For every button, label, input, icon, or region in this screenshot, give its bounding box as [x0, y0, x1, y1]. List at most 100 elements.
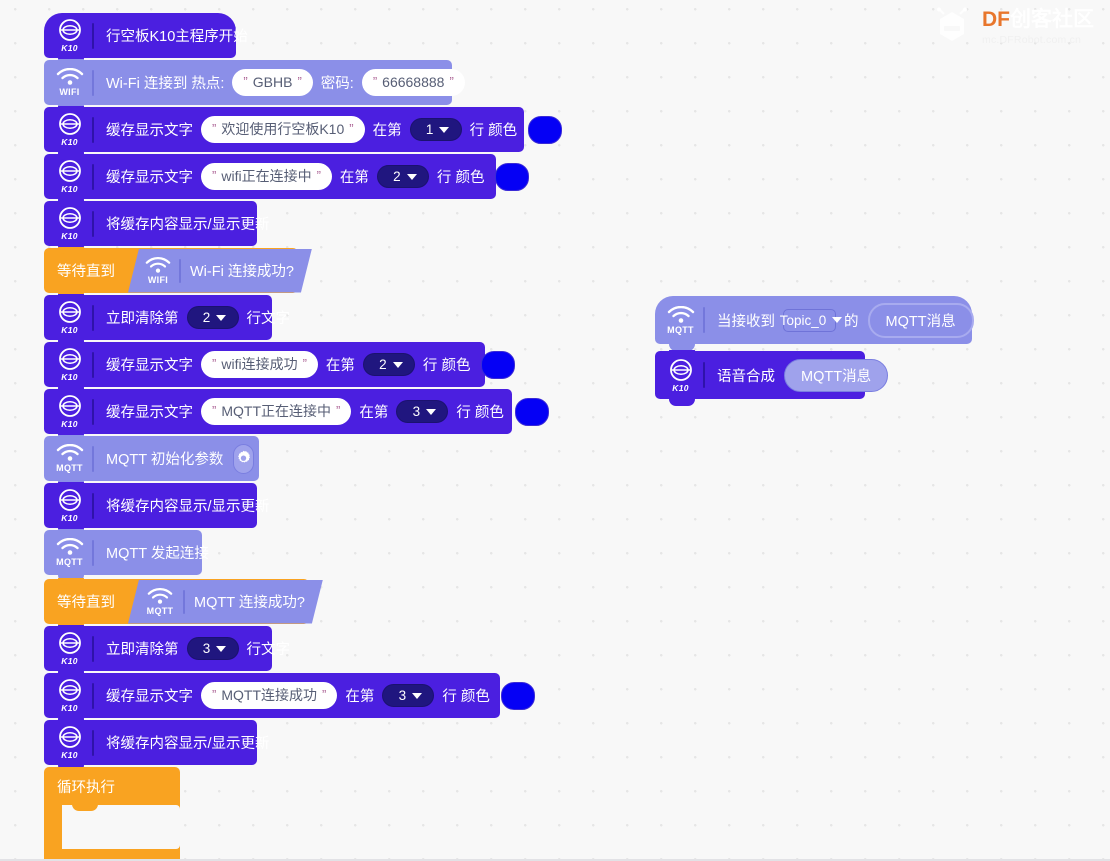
- watermark-url: mc.DFRobot.com.cn: [982, 33, 1082, 46]
- line-number-dropdown[interactable]: 2: [362, 353, 415, 376]
- display-prefix: 缓存显示文字: [106, 170, 193, 186]
- color-swatch[interactable]: [500, 681, 535, 710]
- color-swatch[interactable]: [495, 162, 530, 191]
- block-display-mqtt-connecting[interactable]: K10 缓存显示文字 ” MQTT正在连接中 ” 在第 3 行 颜色: [44, 388, 549, 441]
- line-number-dropdown[interactable]: 2: [376, 165, 429, 188]
- block-wait-until-wifi[interactable]: 等待直到 WIFI Wi-Fi 连接成功?: [44, 247, 298, 300]
- block-label: 将缓存内容显示/显示更新: [106, 217, 270, 233]
- display-suffix-label: 行 颜色: [456, 405, 504, 421]
- color-swatch[interactable]: [481, 350, 516, 379]
- icon-label: K10: [61, 184, 78, 194]
- mqtt-message-reporter[interactable]: MQTT消息: [867, 302, 974, 338]
- block-speech-synthesis[interactable]: K10 语音合成 MQTT消息: [655, 350, 889, 406]
- icon-label: MQTT: [56, 557, 83, 567]
- mqtt-icon: MQTT: [44, 444, 91, 473]
- clear-prefix: 立即清除第: [106, 311, 179, 327]
- display-text-field[interactable]: ” wifi正在连接中 ”: [201, 163, 332, 190]
- icon-label: K10: [61, 43, 78, 53]
- line-number-value: 2: [379, 357, 387, 372]
- boolean-mqtt-connected[interactable]: MQTT MQTT 连接成功?: [128, 580, 323, 624]
- display-prefix: 缓存显示文字: [106, 358, 193, 374]
- display-mid-label: 在第: [359, 405, 389, 421]
- line-number-dropdown[interactable]: 3: [396, 400, 449, 423]
- block-label: MQTT 发起连接: [106, 546, 209, 562]
- k10-board-icon: K10: [44, 725, 91, 760]
- icon-label: K10: [61, 513, 78, 523]
- blockly-workspace[interactable]: DF创客社区 mc.DFRobot.com.cn K10 行空板K10主程序开始: [0, 0, 1110, 861]
- chevron-down-icon: [412, 692, 423, 699]
- icon-label: K10: [61, 137, 78, 147]
- quote-mark: ”: [212, 403, 217, 418]
- block-display-text-line1[interactable]: K10 缓存显示文字 ” 欢迎使用行空板K10 ” 在第 1 行 颜色: [44, 106, 563, 159]
- color-swatch[interactable]: [528, 115, 563, 144]
- line-number-dropdown[interactable]: 3: [186, 637, 239, 660]
- block-display-wifi-success[interactable]: K10 缓存显示文字 ” wifi连接成功 ” 在第 2 行 颜色: [44, 341, 516, 394]
- block-divider: [92, 729, 94, 756]
- display-text-field[interactable]: ” wifi连接成功 ”: [201, 351, 318, 378]
- display-prefix: 缓存显示文字: [106, 689, 193, 705]
- icon-label: WIFI: [147, 274, 169, 285]
- k10-board-icon: K10: [44, 18, 91, 53]
- display-text-field[interactable]: ” 欢迎使用行空板K10 ”: [201, 116, 365, 143]
- quote-mark: ”: [212, 356, 217, 371]
- block-display-refresh-1[interactable]: K10 将缓存内容显示/显示更新: [44, 200, 270, 253]
- line-number-dropdown[interactable]: 1: [409, 118, 462, 141]
- icon-label: K10: [61, 419, 78, 429]
- mqtt-topic-value: Topic_0: [779, 312, 827, 328]
- block-mqtt-connect[interactable]: MQTT MQTT 发起连接: [44, 529, 209, 582]
- mqtt-icon: MQTT: [655, 305, 702, 335]
- quote-mark: ”: [322, 687, 327, 702]
- display-mid-label: 在第: [339, 170, 369, 186]
- chevron-down-icon: [406, 173, 417, 180]
- wifi-connect-prefix: Wi-Fi 连接到 热点:: [106, 76, 225, 92]
- icon-label: K10: [61, 231, 78, 241]
- block-wait-until-mqtt[interactable]: 等待直到 MQTT MQTT 连接成功?: [44, 578, 309, 631]
- icon-label: K10: [61, 750, 78, 760]
- gear-icon[interactable]: [233, 443, 255, 474]
- display-text-field[interactable]: ” MQTT连接成功 ”: [201, 682, 338, 709]
- icon-label: K10: [61, 325, 78, 335]
- quote-mark: ”: [212, 168, 217, 183]
- block-divider: [183, 590, 185, 614]
- loop-label: 循环执行: [57, 779, 115, 796]
- display-text-value: MQTT正在连接中: [221, 403, 331, 419]
- k10-board-icon: K10: [44, 159, 91, 194]
- quote-mark: ”: [316, 168, 321, 183]
- block-divider: [703, 307, 705, 333]
- line-number-dropdown[interactable]: 2: [186, 306, 239, 329]
- boolean-label: Wi-Fi 连接成功?: [190, 264, 294, 280]
- speak-prefix: 语音合成: [717, 368, 775, 385]
- block-mqtt-init-params[interactable]: MQTT MQTT 初始化参数: [44, 435, 259, 488]
- block-wifi-connect[interactable]: WIFI Wi-Fi 连接到 热点: ” GBHB ” 密码: ” 666688…: [44, 59, 465, 112]
- line-number-value: 2: [202, 310, 211, 325]
- line-number-value: 3: [202, 641, 211, 656]
- wifi-ssid-value: GBHB: [252, 74, 293, 90]
- block-clear-line-2[interactable]: K10 立即清除第 2 行文字: [44, 294, 290, 347]
- k10-board-icon: K10: [44, 300, 91, 335]
- block-clear-line-3[interactable]: K10 立即清除第 3 行文字: [44, 625, 290, 678]
- mqtt-topic-dropdown[interactable]: Topic_0: [779, 308, 843, 332]
- block-display-refresh-2[interactable]: K10 将缓存内容显示/显示更新: [44, 482, 270, 535]
- block-display-refresh-3[interactable]: K10 将缓存内容显示/显示更新: [44, 719, 270, 772]
- boolean-wifi-connected[interactable]: WIFI Wi-Fi 连接成功?: [128, 249, 312, 293]
- k10-board-icon: K10: [44, 206, 91, 241]
- mqtt-icon: MQTT: [134, 588, 182, 616]
- color-swatch[interactable]: [514, 397, 549, 426]
- display-text-field[interactable]: ” MQTT正在连接中 ”: [201, 398, 352, 425]
- mqtt-message-reporter[interactable]: MQTT消息: [784, 358, 889, 392]
- wifi-ssid-field[interactable]: ” GBHB ”: [232, 69, 313, 96]
- watermark-brand-cn: 创客社区: [1010, 7, 1094, 31]
- block-loop-forever[interactable]: 循环执行: [44, 767, 180, 861]
- wifi-password-field[interactable]: ” 66668888 ”: [361, 69, 465, 96]
- block-display-text-line2[interactable]: K10 缓存显示文字 ” wifi正在连接中 ” 在第 2 行 颜色: [44, 153, 530, 206]
- loop-body-slot[interactable]: [62, 804, 180, 849]
- block-divider: [92, 22, 94, 49]
- block-k10-main-start[interactable]: K10 行空板K10主程序开始: [44, 13, 248, 65]
- quote-mark: ”: [212, 687, 217, 702]
- block-display-mqtt-success[interactable]: K10 缓存显示文字 ” MQTT连接成功 ” 在第 3 行 颜色: [44, 672, 535, 725]
- block-on-mqtt-message-received[interactable]: MQTT 当接收到 Topic_0 的 MQTT消息: [655, 296, 974, 351]
- display-text-value: wifi连接成功: [221, 356, 298, 372]
- icon-label: MQTT: [667, 324, 694, 335]
- df-maker-community-watermark: DF创客社区 mc.DFRobot.com.cn: [931, 6, 1094, 48]
- line-number-dropdown[interactable]: 3: [382, 684, 435, 707]
